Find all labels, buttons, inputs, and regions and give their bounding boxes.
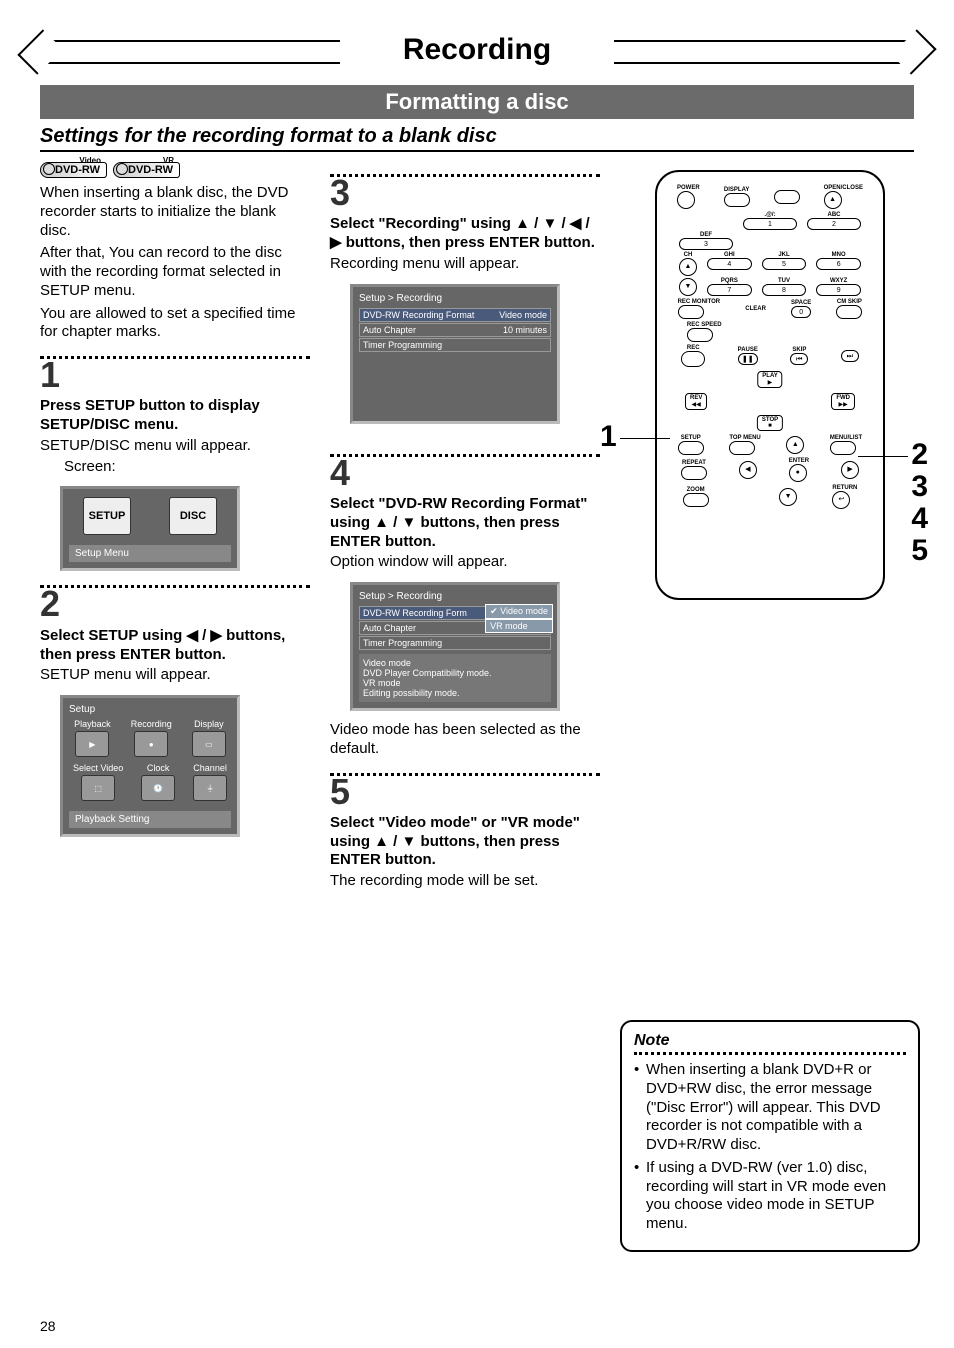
title-banner: Recording: [40, 30, 914, 80]
step-5-sub: The recording mode will be set.: [330, 872, 600, 891]
intro-p2: After that, You can record to the disc w…: [40, 244, 310, 300]
dvdrw-video-badge: Video DVD-RW: [40, 160, 107, 178]
screenshot-recording-menu: Setup > Recording DVD-RW Recording Forma…: [350, 284, 560, 424]
page-number: 28: [40, 1318, 56, 1334]
step-4-number: 4: [330, 457, 600, 489]
callout-5: 5: [911, 534, 928, 568]
step-4-instruction: Select "DVD-RW Recording Format" using ▲…: [330, 495, 600, 551]
section-heading: Settings for the recording format to a b…: [40, 125, 914, 152]
intro-p3: You are allowed to set a specified time …: [40, 305, 310, 343]
step-1-sub: SETUP/DISC menu will appear.: [40, 437, 310, 456]
screenshot-setup-disc: SETUP DISC Setup Menu: [60, 486, 240, 571]
step-1-instruction: Press SETUP button to display SETUP/DISC…: [40, 397, 310, 435]
step-2-sub: SETUP menu will appear.: [40, 666, 310, 685]
intro-p1: When inserting a blank disc, the DVD rec…: [40, 184, 310, 240]
callout-1: 1: [600, 420, 617, 454]
step-2-number: 2: [40, 588, 310, 620]
disc-badges: Video DVD-RW VR DVD-RW: [40, 160, 310, 178]
step-4-sub: Option window will appear.: [330, 553, 600, 572]
remote-control-diagram: POWER DISPLAY OPEN/CLOSE▲ .@/:1 ABC2 DEF…: [655, 170, 885, 600]
note-item: If using a DVD-RW (ver 1.0) disc, record…: [634, 1159, 906, 1234]
callout-3: 3: [911, 470, 928, 504]
note-box: Note When inserting a blank DVD+R or DVD…: [620, 1020, 920, 1252]
step-2-instruction: Select SETUP using ◀ / ▶ buttons, then p…: [40, 627, 310, 665]
callout-4: 4: [911, 502, 928, 536]
step-3-instruction: Select "Recording" using ▲ / ▼ / ◀ / ▶ b…: [330, 215, 600, 253]
screenshot-setup-menu: Setup Playback▶ Recording● Display▭ Sele…: [60, 695, 240, 837]
step-3-sub: Recording menu will appear.: [330, 255, 600, 274]
step-5-instruction: Select "Video mode" or "VR mode" using ▲…: [330, 814, 600, 870]
subtitle: Formatting a disc: [40, 85, 914, 119]
step-1-number: 1: [40, 359, 310, 391]
step-3-number: 3: [330, 177, 600, 209]
step-4-after: Video mode has been selected as the defa…: [330, 721, 600, 759]
dvdrw-vr-badge: VR DVD-RW: [113, 160, 180, 178]
note-title: Note: [634, 1032, 906, 1050]
step-5-number: 5: [330, 776, 600, 808]
callout-2: 2: [911, 438, 928, 472]
screenshot-format-options: Setup > Recording DVD-RW Recording Form …: [350, 582, 560, 711]
note-item: When inserting a blank DVD+R or DVD+RW d…: [634, 1061, 906, 1155]
screen-label: Screen:: [64, 458, 310, 477]
format-description: Video mode DVD Player Compatibility mode…: [359, 654, 551, 702]
